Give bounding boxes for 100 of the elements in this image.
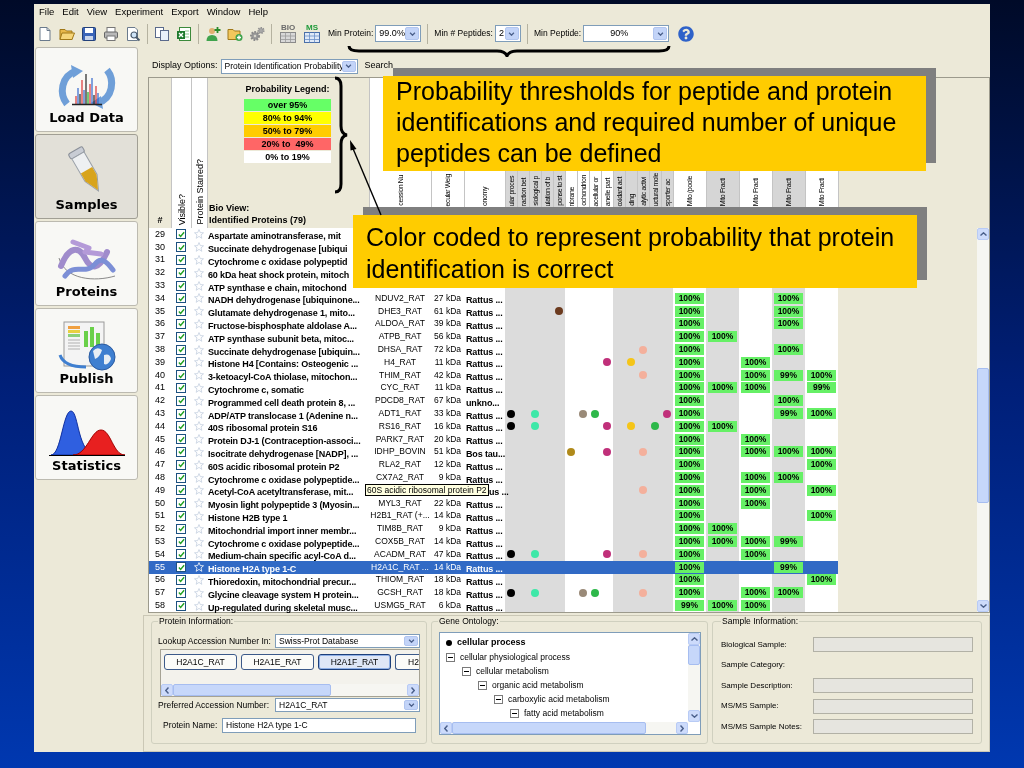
dropdown-arrow-icon[interactable] [404,700,418,710]
star-icon[interactable] [194,434,204,445]
scrollbar-thumb[interactable] [688,645,700,665]
column-header[interactable]: # [157,215,163,225]
visible-checkbox[interactable] [176,421,186,432]
visible-checkbox[interactable] [176,562,186,573]
visible-checkbox[interactable] [176,549,186,560]
tree-item[interactable]: fatty acid metabolism [510,706,604,720]
display-options-select[interactable]: Protein Identification Probability [220,58,358,74]
star-icon[interactable] [194,536,204,547]
table-row[interactable]: 48 Cytochrome c oxidase polypeptide... CX7A2_RAT 9 kDa Rattus ... 100% 100% 100% [149,471,838,484]
visible-checkbox[interactable] [176,459,186,470]
collapse-icon[interactable] [494,694,503,704]
visible-checkbox[interactable] [176,510,186,521]
database-select[interactable]: Swiss-Prot Database [275,634,420,648]
menu-item[interactable]: Experiment [111,5,168,19]
visible-checkbox[interactable] [176,446,186,457]
gears-icon[interactable] [249,25,265,42]
star-icon[interactable] [194,229,204,240]
sidebar-button[interactable]: Statistics [35,395,138,480]
collapse-icon[interactable] [446,652,455,662]
collapse-icon[interactable] [462,666,471,676]
print-icon[interactable] [103,25,119,42]
table-row[interactable]: 30 Succinate dehydrogenase [ubiqui [149,240,349,254]
table-row[interactable]: 38 Succinate dehydrogenase [ubiquin... DHSA_RAT 72 kDa Rattus ... 100% 100% [149,343,838,356]
star-icon[interactable] [194,395,204,406]
star-icon[interactable] [194,382,204,393]
horizontal-scrollbar[interactable] [161,684,419,696]
star-icon[interactable] [194,408,204,419]
min-peptide-select[interactable]: 90% [583,25,670,42]
visible-checkbox[interactable] [176,229,186,240]
toolbar-button[interactable]: BIO [278,22,298,45]
star-icon[interactable] [194,498,204,509]
tree-item[interactable]: cellular metabolism [462,664,549,678]
scroll-down-button[interactable] [977,600,989,612]
table-row[interactable]: 41 Cytochrome c, somatic CYC_RAT 11 kDa Rattus ... 100% 100% 100% 99% [149,381,838,395]
accession-button[interactable]: H2A1F_RAT [318,654,391,670]
tree-item[interactable]: cellular physiological process [446,650,571,664]
visible-checkbox[interactable] [176,370,186,381]
visible-checkbox[interactable] [176,408,186,419]
tree-item[interactable]: cellular process [446,636,526,650]
table-row[interactable]: 43 ADP/ATP translocase 1 (Adenine n... ADT1_RAT 33 kDa Rattus ... 100% 99% 100% [149,407,838,420]
sidebar-button[interactable]: Proteins [35,221,138,306]
table-row[interactable]: 56 Thioredoxin, mitochondrial precur... THIOM_RAT 18 kDa Rattus ... 100% 100% [149,573,838,587]
visible-checkbox[interactable] [176,523,186,534]
visible-checkbox[interactable] [176,293,186,304]
sidebar-button[interactable]: Load Data [35,47,138,132]
tree-item[interactable]: organic acid metabolism [478,678,584,692]
star-icon[interactable] [194,242,204,253]
accession-select[interactable]: H2A1C_RAT [275,698,420,712]
star-icon[interactable] [194,318,204,329]
visible-checkbox[interactable] [176,242,186,253]
tree-item[interactable]: carboxylic acid metabolism [494,692,610,706]
table-row[interactable]: 53 Cytochrome c oxidase polypeptide... COX5B_RAT 14 kDa Rattus ... 100% 100% 100% 99% [149,535,838,548]
visible-checkbox[interactable] [176,267,186,278]
copy-icon[interactable] [154,25,170,42]
star-icon[interactable] [194,600,204,611]
save-icon[interactable] [81,25,97,42]
horizontal-scrollbar[interactable] [440,722,688,734]
scrollbar-thumb[interactable] [173,684,331,696]
visible-checkbox[interactable] [176,255,186,265]
table-row[interactable]: 31 Cytochrome c oxidase polypeptid [149,253,349,267]
star-icon[interactable] [194,587,204,598]
sidebar-button[interactable]: Publish [35,308,138,393]
star-icon[interactable] [194,510,204,521]
table-row[interactable]: 57 Glycine cleavage system H protein... GCSH_RAT 18 kDa Rattus ... 100% 100% 100% [149,586,838,600]
table-row[interactable]: 29 Aspartate aminotransferase, mit [149,228,342,241]
menu-item[interactable]: Window [202,5,245,19]
star-icon[interactable] [194,574,204,585]
visible-checkbox[interactable] [176,382,186,393]
visible-checkbox[interactable] [176,485,186,496]
accession-button[interactable]: H2 [395,654,419,670]
visible-checkbox[interactable] [176,587,186,598]
dropdown-arrow-icon[interactable] [404,636,418,646]
print-preview-icon[interactable] [125,25,141,42]
visible-checkbox[interactable] [176,357,186,368]
table-row[interactable]: 51 Histone H2B type 1 H2B1_RAT (+... 14 kDa Rattus ... 100% 100% [149,509,838,523]
menu-item[interactable]: Export [167,5,203,19]
star-icon[interactable] [194,357,204,368]
menu-item[interactable]: Edit [58,5,83,19]
column-header[interactable]: Bio View: [209,202,250,214]
star-icon[interactable] [194,549,204,560]
table-row[interactable]: 37 ATP synthase subunit beta, mitoc... ATPB_RAT 56 kDa Rattus ... 100% 100% [149,330,838,344]
sidebar-button[interactable]: Samples [35,134,138,219]
star-icon[interactable] [194,344,204,355]
visible-checkbox[interactable] [176,395,186,406]
table-row[interactable]: 55 Histone H2A type 1-C H2A1C_RAT ... 14 kDa Rattus ... 100% 99% [149,560,838,574]
collapse-icon[interactable] [510,708,519,718]
visible-checkbox[interactable] [176,344,186,355]
star-icon[interactable] [194,523,204,534]
vertical-scrollbar[interactable] [688,633,700,722]
menu-item[interactable]: Help [244,5,272,19]
visible-checkbox[interactable] [176,472,186,483]
star-icon[interactable] [194,280,204,291]
star-icon[interactable] [194,293,204,304]
menu-item[interactable]: File [35,5,59,19]
star-icon[interactable] [194,421,204,432]
visible-checkbox[interactable] [176,434,186,445]
table-row[interactable]: 33 ATP synthase e chain, mitochond [149,279,348,292]
table-row[interactable]: 32 60 kDa heat shock protein, mitoch [149,266,351,280]
